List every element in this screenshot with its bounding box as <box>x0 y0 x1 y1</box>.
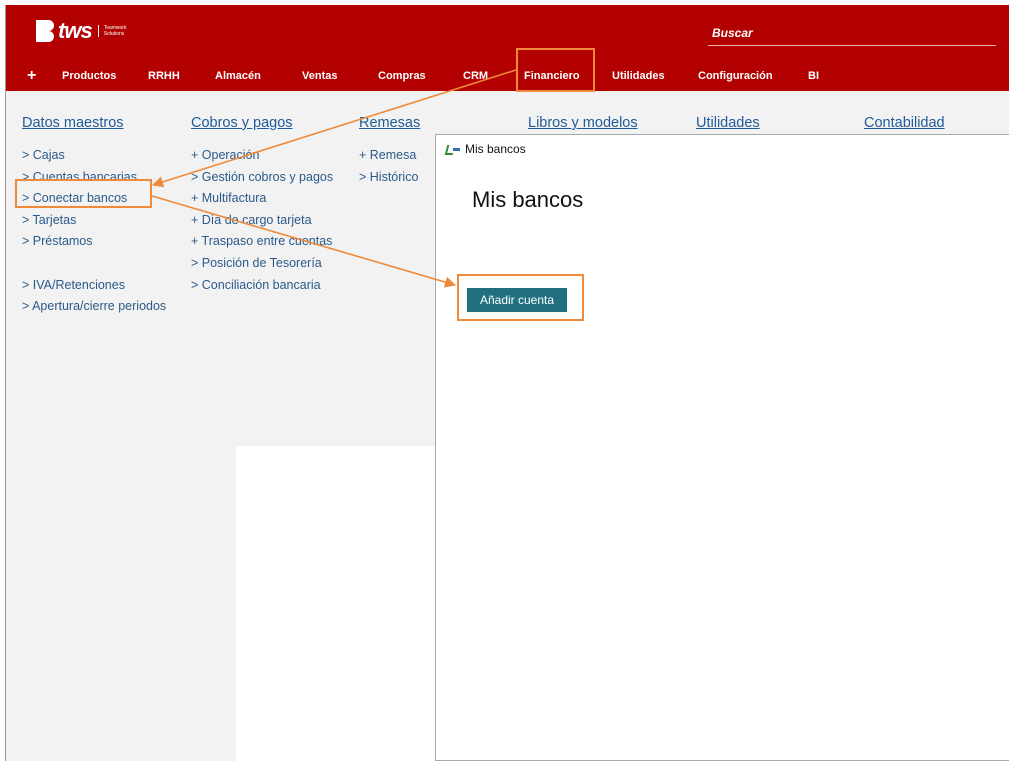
dialog-window-title: Mis bancos <box>465 142 526 156</box>
column-utilidades[interactable]: Utilidades <box>696 115 760 131</box>
menu-item-gestion-cobros-pagos[interactable]: > Gestión cobros y pagos <box>191 167 333 189</box>
app-icon <box>444 144 460 155</box>
menu-item-historico[interactable]: > Histórico <box>359 167 418 189</box>
logo[interactable]: tws Teamwork Solutions <box>34 17 138 45</box>
menu-item-iva-retenciones[interactable]: > IVA/Retenciones <box>22 275 166 297</box>
nav-utilidades[interactable]: Utilidades <box>612 63 665 89</box>
menu-item-apertura-cierre[interactable]: > Apertura/cierre periodos <box>22 296 166 318</box>
menu-item-traspaso-cuentas[interactable]: + Traspaso entre cuentas <box>191 231 333 253</box>
logo-text: tws <box>58 18 93 43</box>
nav-productos[interactable]: Productos <box>62 63 116 89</box>
search-underline <box>708 45 996 46</box>
column-libros-y-modelos[interactable]: Libros y modelos <box>528 115 638 131</box>
dialog-heading: Mis bancos <box>472 187 584 212</box>
menu-item-operacion[interactable]: + Operación <box>191 145 333 167</box>
dialog-titlebar: Mis bancos <box>444 142 526 156</box>
remesas-list: + Remesa > Histórico <box>359 145 418 188</box>
nav-bi[interactable]: BI <box>808 63 819 89</box>
menu-item-prestamos[interactable]: > Préstamos <box>22 231 166 253</box>
lower-background <box>6 446 236 761</box>
mis-bancos-dialog: Mis bancos Mis bancos Añadir cuenta <box>435 134 1009 761</box>
menu-spacer <box>22 253 166 275</box>
top-bar: tws Teamwork Solutions Buscar + Producto… <box>6 5 1009 91</box>
nav-add-button[interactable]: + <box>27 63 36 89</box>
column-datos-maestros[interactable]: Datos maestros <box>22 115 124 131</box>
column-remesas[interactable]: Remesas <box>359 115 420 131</box>
menu-item-tarjetas[interactable]: > Tarjetas <box>22 210 166 232</box>
nav-ventas[interactable]: Ventas <box>302 63 337 89</box>
logo-subtext: Teamwork Solutions <box>97 25 138 37</box>
search-input[interactable]: Buscar <box>712 26 753 40</box>
highlight-add-account <box>457 274 584 321</box>
nav-compras[interactable]: Compras <box>378 63 426 89</box>
datos-maestros-list: > Cajas > Cuentas bancarias > Conectar b… <box>22 145 166 318</box>
menu-item-multifactura[interactable]: + Multifactura <box>191 188 333 210</box>
menu-item-conciliacion-bancaria[interactable]: > Conciliación bancaria <box>191 275 333 297</box>
menu-item-remesa[interactable]: + Remesa <box>359 145 418 167</box>
app-frame: tws Teamwork Solutions Buscar + Producto… <box>5 5 1009 761</box>
column-contabilidad[interactable]: Contabilidad <box>864 115 945 131</box>
menu-item-cajas[interactable]: > Cajas <box>22 145 166 167</box>
highlight-financiero <box>516 48 595 92</box>
nav-crm[interactable]: CRM <box>463 63 488 89</box>
menu-item-dia-cargo-tarjeta[interactable]: + Día de cargo tarjeta <box>191 210 333 232</box>
nav-configuracion[interactable]: Configuración <box>698 63 773 89</box>
cobros-y-pagos-list: + Operación > Gestión cobros y pagos + M… <box>191 145 333 296</box>
nav-almacen[interactable]: Almacén <box>215 63 261 89</box>
main-nav: + Productos RRHH Almacén Ventas Compras … <box>6 63 1009 89</box>
highlight-conectar-bancos <box>15 179 152 208</box>
column-cobros-y-pagos[interactable]: Cobros y pagos <box>191 115 293 131</box>
nav-rrhh[interactable]: RRHH <box>148 63 180 89</box>
content-card <box>236 446 446 653</box>
menu-item-posicion-tesoreria[interactable]: > Posición de Tesorería <box>191 253 333 275</box>
logo-icon <box>34 19 56 43</box>
